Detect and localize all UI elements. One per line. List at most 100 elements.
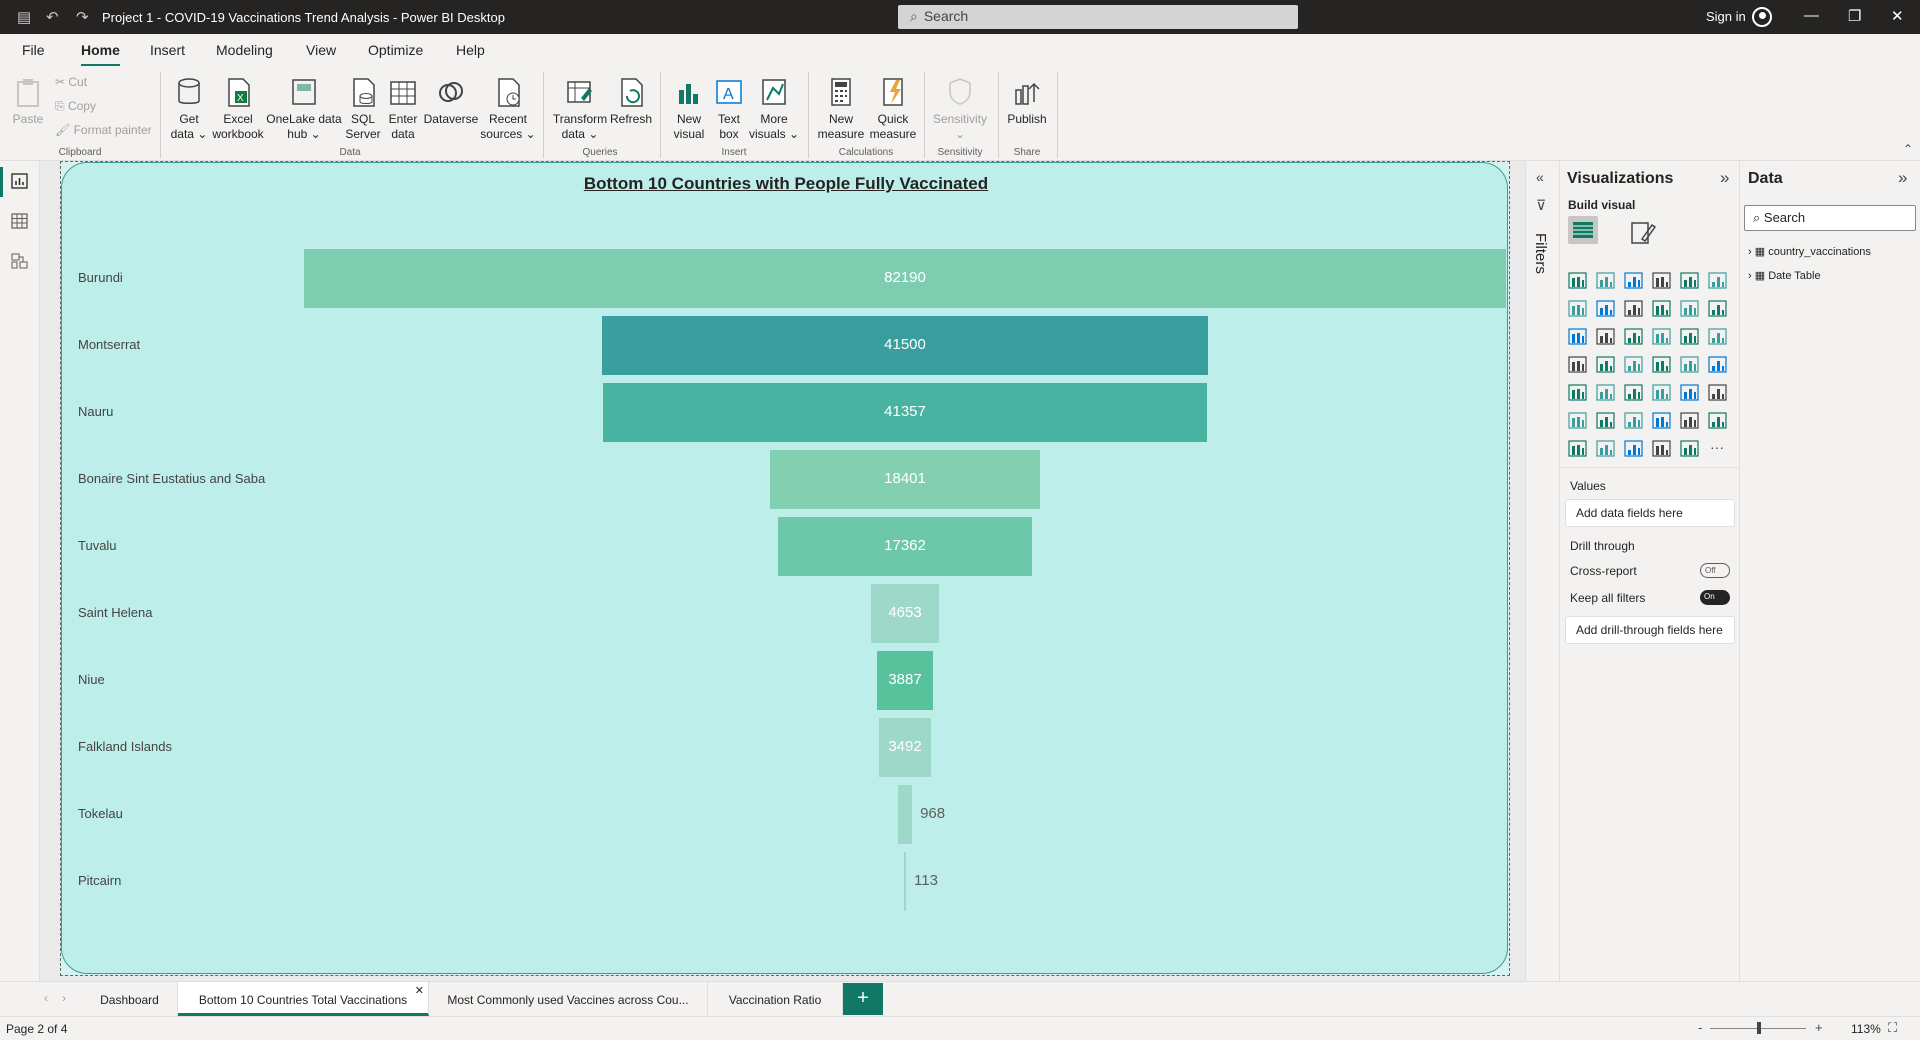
publish-button[interactable]: Publish — [1002, 68, 1052, 127]
more-icon[interactable]: ··· — [1708, 440, 1728, 458]
dataverse-button[interactable]: Dataverse — [422, 68, 480, 127]
collapse-data-icon[interactable]: » — [1898, 168, 1907, 188]
multi-row-card-icon[interactable] — [1568, 384, 1588, 402]
100-column-icon[interactable] — [1708, 272, 1728, 290]
quick-measure-button[interactable]: Quick measure — [866, 68, 920, 142]
tab-bottom-10[interactable]: Bottom 10 Countries Total Vaccinations ✕ — [178, 982, 429, 1016]
restore-icon[interactable]: ❐ — [1848, 7, 1861, 25]
build-visual-tab[interactable] — [1568, 216, 1598, 244]
goals-icon[interactable] — [1708, 412, 1728, 430]
qa-icon[interactable] — [1652, 412, 1672, 430]
waterfall-icon[interactable] — [1568, 328, 1588, 346]
paste-button[interactable]: Paste — [12, 68, 44, 127]
format-painter-button[interactable]: 🖌 Format painter — [55, 123, 152, 137]
clustered-column-icon[interactable] — [1652, 272, 1672, 290]
arcgis-icon[interactable] — [1652, 440, 1672, 458]
zoom-in-icon[interactable]: + — [1815, 1020, 1823, 1035]
line-stacked-icon[interactable] — [1680, 300, 1700, 318]
copy-button[interactable]: ⎘ Copy — [55, 99, 96, 114]
table-country-vaccinations[interactable]: › ▦ country_vaccinations — [1748, 245, 1871, 258]
expand-filters-icon[interactable]: « — [1536, 169, 1544, 185]
donut-icon[interactable] — [1680, 328, 1700, 346]
card-icon[interactable] — [1708, 356, 1728, 374]
table-view-icon[interactable] — [11, 213, 29, 229]
refresh-button[interactable]: Refresh — [608, 68, 654, 127]
cut-button[interactable]: ✂ Cut — [55, 75, 87, 89]
treemap-icon[interactable] — [1708, 328, 1728, 346]
power-automate-icon[interactable] — [1624, 440, 1644, 458]
decomposition-tree-icon[interactable] — [1624, 412, 1644, 430]
pie-icon[interactable] — [1652, 328, 1672, 346]
shape-map-icon[interactable] — [1624, 356, 1644, 374]
area-icon[interactable] — [1596, 300, 1616, 318]
table-date-table[interactable]: › ▦ Date Table — [1748, 269, 1821, 282]
tab-scroll-right-icon[interactable]: › — [62, 991, 66, 1005]
table-icon[interactable] — [1652, 384, 1672, 402]
scatter-icon[interactable] — [1624, 328, 1644, 346]
clustered-bar-icon[interactable] — [1624, 272, 1644, 290]
gauge-icon[interactable] — [1680, 356, 1700, 374]
menu-modeling[interactable]: Modeling — [216, 42, 273, 58]
line-column-icon[interactable] — [1652, 300, 1672, 318]
format-visual-tab[interactable] — [1630, 219, 1658, 245]
more-visuals-button[interactable]: More visuals ⌄ — [748, 68, 800, 142]
line-icon[interactable] — [1568, 300, 1588, 318]
power-apps-icon[interactable] — [1596, 440, 1616, 458]
onelake-hub-button[interactable]: OneLake data hub ⌄ — [266, 68, 342, 142]
tab-vaccination-ratio[interactable]: Vaccination Ratio — [708, 982, 843, 1016]
close-icon[interactable]: ✕ — [1891, 7, 1904, 25]
add-page-button[interactable]: + — [843, 983, 883, 1015]
model-view-icon[interactable] — [11, 253, 29, 269]
tab-scroll-left-icon[interactable]: ‹ — [44, 991, 48, 1005]
paginated-icon[interactable] — [1568, 440, 1588, 458]
stacked-area-icon[interactable] — [1624, 300, 1644, 318]
filters-pane-collapsed[interactable]: « ⊽ Filters — [1525, 161, 1560, 981]
power-automate-flow-icon[interactable] — [1680, 440, 1700, 458]
python-visual-icon[interactable] — [1568, 412, 1588, 430]
menu-home[interactable]: Home — [81, 42, 120, 67]
transform-data-button[interactable]: Transform data ⌄ — [550, 68, 610, 142]
kpi-icon[interactable] — [1596, 384, 1616, 402]
enter-data-button[interactable]: Enter data — [384, 68, 422, 142]
funnel-icon[interactable] — [1596, 328, 1616, 346]
save-icon[interactable]: ▤ — [17, 8, 31, 26]
r-visual-icon[interactable] — [1708, 384, 1728, 402]
drill-through-drop-field[interactable]: Add drill-through fields here — [1565, 616, 1735, 644]
stacked-bar-icon[interactable] — [1568, 272, 1588, 290]
cross-report-toggle[interactable]: Off — [1700, 563, 1730, 578]
narrative-icon[interactable] — [1680, 412, 1700, 430]
funnel-bar[interactable] — [904, 852, 906, 911]
fit-to-page-icon[interactable]: ⛶ — [1888, 1020, 1897, 1036]
azure-map-icon[interactable] — [1652, 356, 1672, 374]
redo-icon[interactable]: ↷ — [76, 8, 89, 26]
menu-file[interactable]: File — [22, 42, 45, 58]
slicer-icon[interactable] — [1624, 384, 1644, 402]
undo-icon[interactable]: ↶ — [46, 8, 59, 26]
values-drop-field[interactable]: Add data fields here — [1565, 499, 1735, 527]
menu-optimize[interactable]: Optimize — [368, 42, 423, 58]
menu-view[interactable]: View — [306, 42, 336, 58]
recent-sources-button[interactable]: Recent sources ⌄ — [480, 68, 536, 142]
map-icon[interactable] — [1568, 356, 1588, 374]
funnel-bar[interactable] — [897, 785, 913, 844]
keep-filters-toggle[interactable]: On — [1700, 590, 1730, 605]
stacked-column-icon[interactable] — [1596, 272, 1616, 290]
menu-insert[interactable]: Insert — [150, 42, 185, 58]
avatar-icon[interactable] — [1752, 7, 1772, 27]
new-visual-button[interactable]: New visual — [668, 68, 710, 142]
matrix-icon[interactable] — [1680, 384, 1700, 402]
global-search-input[interactable]: ⌕ Search — [898, 5, 1298, 29]
ribbon-icon[interactable] — [1708, 300, 1728, 318]
sign-in-link[interactable]: Sign in — [1706, 9, 1746, 24]
collapse-visualizations-icon[interactable]: » — [1720, 168, 1729, 188]
new-measure-button[interactable]: New measure — [816, 68, 866, 142]
zoom-slider-thumb[interactable] — [1757, 1022, 1761, 1034]
collapse-ribbon-icon[interactable]: ⌃ — [1903, 142, 1913, 156]
excel-workbook-button[interactable]: X Excel workbook — [210, 68, 266, 142]
text-box-button[interactable]: A Text box — [710, 68, 748, 142]
sql-server-button[interactable]: SQL Server — [342, 68, 384, 142]
menu-help[interactable]: Help — [456, 42, 485, 58]
100-bar-icon[interactable] — [1680, 272, 1700, 290]
filled-map-icon[interactable] — [1596, 356, 1616, 374]
key-influencers-icon[interactable] — [1596, 412, 1616, 430]
